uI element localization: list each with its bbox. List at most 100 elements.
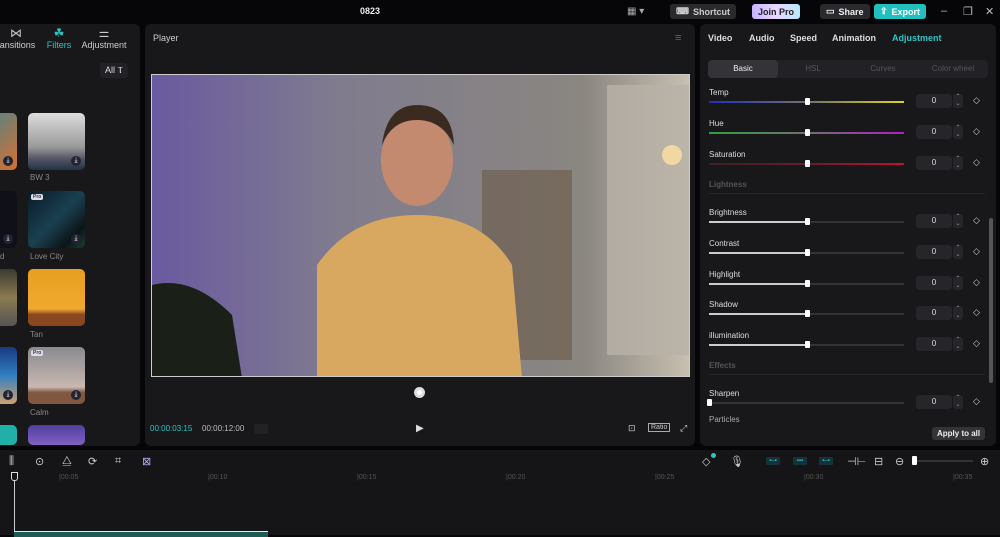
hue-slider[interactable] — [709, 129, 904, 136]
filter-thumbnail[interactable] — [0, 269, 17, 326]
tab-transitions[interactable]: ⋈ ransitions — [0, 26, 40, 50]
highlight-keyframe-icon[interactable]: ◇ — [973, 277, 980, 288]
saturation-slider[interactable] — [709, 160, 904, 167]
restore-button[interactable]: ❐ — [963, 5, 973, 18]
tab-filters[interactable]: ☘ Filters — [44, 26, 74, 50]
sharpen-slider[interactable] — [707, 399, 904, 406]
apply-to-all-button[interactable]: Apply to all — [932, 427, 986, 440]
tab-animation[interactable]: Animation — [832, 33, 876, 43]
shortcut-button[interactable]: ⌨ Shortcut — [670, 4, 736, 19]
filter-thumbnail-love-city[interactable]: Pro ⤓ — [28, 191, 85, 248]
playhead-handle[interactable] — [11, 472, 18, 481]
filter-thumbnail[interactable]: ⤓ — [0, 113, 17, 170]
temp-value-input[interactable]: 0 — [916, 94, 952, 108]
link-center-icon[interactable]: ▪▪▪ — [793, 457, 807, 465]
filter-thumbnail-bw3[interactable]: ⤓ — [28, 113, 85, 170]
split-icon[interactable]: ⊣⊢ — [847, 455, 866, 468]
saturation-keyframe-icon[interactable]: ◇ — [973, 157, 980, 168]
hue-value-input[interactable]: 0 — [916, 125, 952, 139]
filter-thumbnail-calm[interactable]: Pro ⤓ — [28, 347, 85, 404]
filter-thumbnail[interactable]: ⤓ — [0, 347, 17, 404]
close-button[interactable]: ✕ — [985, 5, 994, 18]
shadow-value-input[interactable]: 0 — [916, 306, 952, 320]
temp-keyframe-icon[interactable]: ◇ — [973, 95, 980, 106]
zoom-out-icon[interactable]: ⊖ — [895, 455, 904, 468]
tab-adjustment[interactable]: Adjustment — [892, 33, 942, 43]
tab-speed[interactable]: Speed — [790, 33, 817, 43]
mirror-icon[interactable]: ⧋ — [62, 455, 72, 468]
keyframe-icon[interactable]: ◇ — [702, 455, 710, 468]
minimize-button[interactable]: – — [941, 5, 947, 17]
pro-feature-icon[interactable]: ⊠ — [142, 455, 151, 468]
contrast-value-input[interactable]: 0 — [916, 245, 952, 259]
highlight-value-input[interactable]: 0 — [916, 276, 952, 290]
saturation-value-input[interactable]: 0 — [916, 156, 952, 170]
play-button[interactable]: ▶ — [416, 423, 424, 434]
scrollbar[interactable] — [989, 218, 993, 383]
zoom-in-icon[interactable]: ⊕ — [980, 455, 989, 468]
video-preview[interactable] — [151, 74, 690, 377]
microphone-icon[interactable]: 🎙 — [730, 455, 744, 468]
brightness-keyframe-icon[interactable]: ◇ — [973, 215, 980, 226]
shadow-keyframe-icon[interactable]: ◇ — [973, 307, 980, 318]
timeline-clip[interactable] — [14, 531, 268, 537]
highlight-slider[interactable] — [709, 280, 904, 287]
shadow-slider[interactable] — [709, 310, 904, 317]
zoom-slider-knob[interactable] — [912, 456, 917, 465]
filter-thumbnail[interactable]: ⤓ — [0, 191, 17, 248]
illumination-value-input[interactable]: 0 — [916, 337, 952, 351]
temp-slider[interactable] — [709, 98, 904, 105]
tab-audio[interactable]: Audio — [749, 33, 775, 43]
tab-video[interactable]: Video — [708, 33, 732, 43]
join-pro-button[interactable]: Join Pro — [752, 4, 801, 19]
filter-all-dropdown[interactable]: All Ⲧ — [100, 63, 129, 78]
timeline-zoom-slider[interactable] — [913, 460, 973, 462]
temp-stepper[interactable]: ⌃ ⌄ — [953, 94, 963, 108]
link-left-icon[interactable]: ▪–▪ — [766, 457, 780, 465]
filter-thumbnail-tan[interactable] — [28, 269, 85, 326]
contrast-keyframe-icon[interactable]: ◇ — [973, 246, 980, 257]
hue-slider-knob[interactable] — [804, 129, 810, 136]
temp-slider-knob[interactable] — [804, 98, 810, 105]
rotate-icon[interactable]: ⟳ — [88, 455, 97, 468]
brightness-slider[interactable] — [709, 218, 904, 225]
brightness-slider-knob[interactable] — [804, 218, 810, 225]
split-view-icon[interactable]: ⫼ — [9, 455, 14, 468]
filter-thumbnail[interactable] — [28, 425, 85, 445]
brightness-value-input[interactable]: 0 — [916, 214, 952, 228]
illumination-slider[interactable] — [709, 341, 904, 348]
saturation-slider-knob[interactable] — [804, 160, 810, 167]
subtab-color-wheel[interactable]: Color wheel — [918, 60, 988, 78]
illumination-stepper[interactable]: ⌃ ⌄ — [953, 337, 963, 351]
sharpen-keyframe-icon[interactable]: ◇ — [973, 396, 980, 407]
playback-icon[interactable]: ⊙ — [35, 455, 44, 468]
saturation-stepper[interactable]: ⌃ ⌄ — [953, 156, 963, 170]
preview-axis-icon[interactable]: ⊟ — [874, 455, 883, 468]
tab-adjustment[interactable]: ⚌ Adjustment — [79, 26, 129, 50]
shadow-stepper[interactable]: ⌃ ⌄ — [953, 306, 963, 320]
sharpen-value-input[interactable]: 0 — [916, 395, 952, 409]
subtab-basic[interactable]: Basic — [708, 60, 778, 78]
sharpen-slider-knob[interactable] — [707, 399, 712, 406]
crop-icon[interactable]: ⌗ — [115, 455, 121, 468]
hue-stepper[interactable]: ⌃ ⌄ — [953, 125, 963, 139]
highlight-slider-knob[interactable] — [804, 280, 810, 287]
rotate-handle[interactable] — [414, 387, 425, 398]
illumination-keyframe-icon[interactable]: ◇ — [973, 338, 980, 349]
shadow-slider-knob[interactable] — [804, 310, 810, 317]
export-button[interactable]: ⇪ Export — [874, 4, 927, 19]
contrast-slider-knob[interactable] — [804, 249, 810, 256]
layout-icon[interactable]: ▦ ▾ — [627, 6, 644, 17]
share-button[interactable]: ▭ Share — [820, 4, 870, 19]
subtab-curves[interactable]: Curves — [848, 60, 918, 78]
fit-zoom-icon[interactable]: ⊡ — [628, 423, 636, 434]
menu-icon[interactable]: ≡ — [675, 32, 681, 44]
highlight-stepper[interactable]: ⌃ ⌄ — [953, 276, 963, 290]
contrast-slider[interactable] — [709, 249, 904, 256]
illumination-slider-knob[interactable] — [804, 341, 810, 348]
playhead[interactable] — [14, 472, 15, 535]
filter-thumbnail[interactable] — [0, 425, 17, 445]
sharpen-stepper[interactable]: ⌃ ⌄ — [953, 395, 963, 409]
link-right-icon[interactable]: ▪–▪ — [819, 457, 833, 465]
brightness-stepper[interactable]: ⌃ ⌄ — [953, 214, 963, 228]
